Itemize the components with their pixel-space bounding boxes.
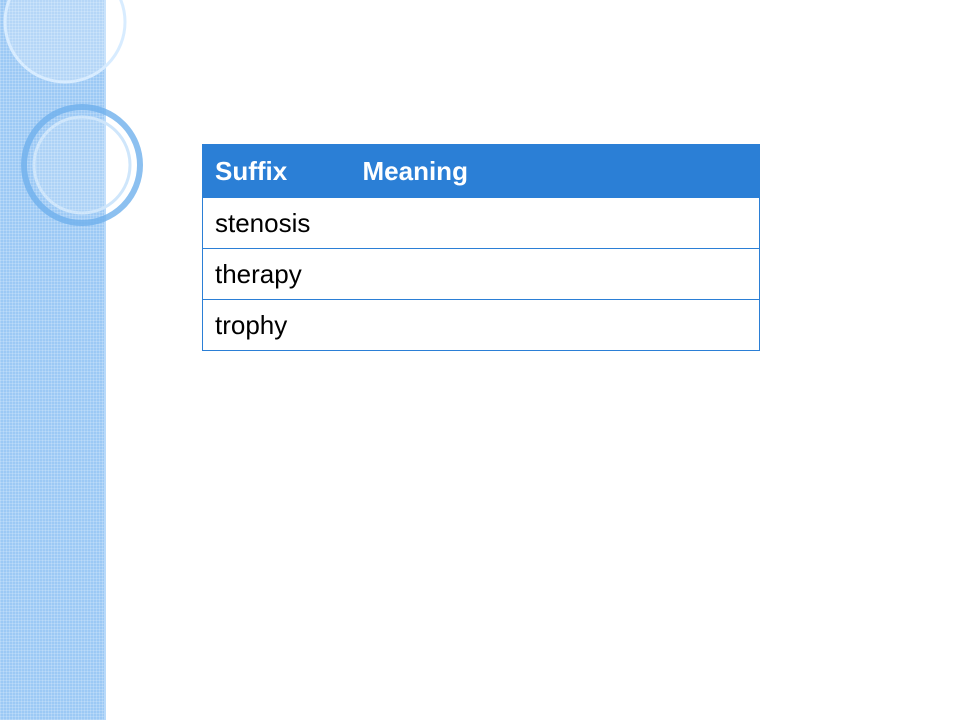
meaning-cell <box>350 197 760 249</box>
suffix-meaning-table: Suffix Meaning stenosis therapy trophy <box>202 144 760 351</box>
header-suffix: Suffix <box>202 144 351 198</box>
table-row: stenosis <box>202 197 760 249</box>
header-meaning: Meaning <box>350 144 760 198</box>
table-row: therapy <box>202 248 760 300</box>
decorative-circles <box>3 0 143 226</box>
suffix-cell: trophy <box>202 299 351 351</box>
table-header-row: Suffix Meaning <box>202 144 760 198</box>
slide: Suffix Meaning stenosis therapy trophy <box>0 0 960 720</box>
suffix-cell: stenosis <box>202 197 351 249</box>
suffix-cell: therapy <box>202 248 351 300</box>
meaning-cell <box>350 248 760 300</box>
meaning-cell <box>350 299 760 351</box>
table-row: trophy <box>202 299 760 351</box>
